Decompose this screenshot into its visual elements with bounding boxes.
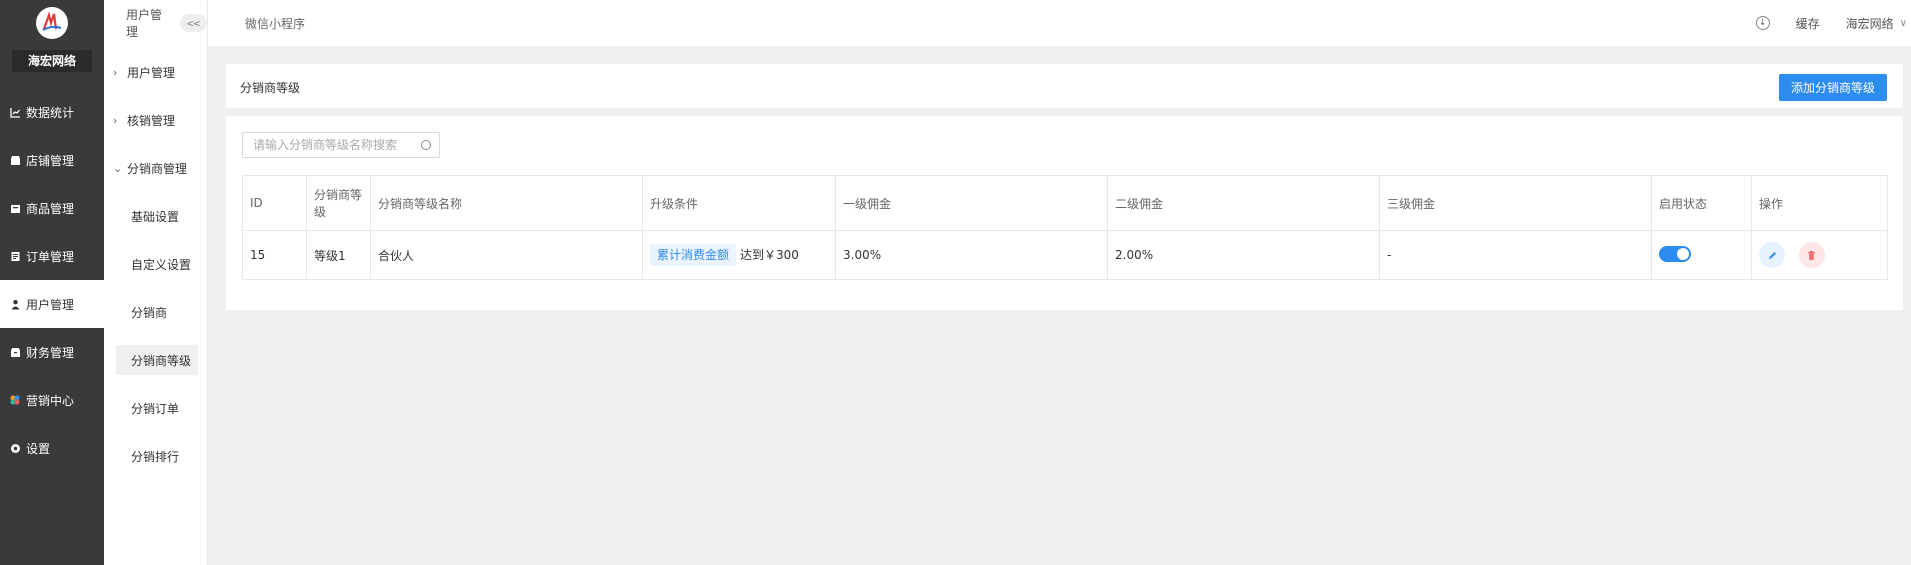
search-input[interactable] (253, 138, 422, 152)
col-header-upgrade-condition: 升级条件 (642, 175, 836, 231)
cell-commission-3: - (1379, 230, 1652, 280)
main-sidebar: 海宏网络 数据统计 店铺管理 商品管理 订单管理 用户管理 财务管理 营销中心 … (0, 0, 104, 565)
sub-item-label: 用户管理 (127, 65, 176, 80)
collapse-button[interactable]: << (180, 14, 207, 32)
table-header-row: ID 分销商等级 分销商等级名称 升级条件 一级佣金 二级佣金 三级佣金 启用状… (242, 175, 1888, 231)
nav-item-goods[interactable]: 商品管理 (0, 184, 104, 232)
edit-button[interactable] (1759, 242, 1785, 268)
nav-label: 数据统计 (26, 105, 75, 120)
sub-item-label: 分销商管理 (127, 161, 188, 176)
nav-label: 用户管理 (26, 297, 75, 312)
nav-item-settings[interactable]: 设置 (0, 424, 104, 472)
table-row: 15 等级1 合伙人 累计消费金额 达到￥300 3.00% 2.00% - (242, 230, 1888, 280)
sub-item-distribution-orders[interactable]: 分销订单 (104, 384, 207, 432)
user-menu[interactable]: 海宏网络 (1846, 15, 1894, 32)
condition-text: 达到￥300 (740, 248, 799, 262)
sub-item-label: 分销排行 (131, 449, 180, 464)
app-title[interactable]: 微信小程序 (245, 15, 305, 32)
cell-actions (1751, 230, 1888, 280)
sub-menu: › 用户管理 › 核销管理 ⌄ 分销商管理 基础设置 自定义设置 分销商 分销商… (104, 48, 207, 480)
sub-item-basic-settings[interactable]: 基础设置 (104, 192, 207, 240)
cell-level: 等级1 (306, 230, 371, 280)
cache-button[interactable]: 缓存 (1796, 15, 1820, 32)
nav-label: 店铺管理 (26, 153, 75, 168)
cell-status (1651, 230, 1752, 280)
order-icon (9, 250, 21, 262)
main-panel: ID 分销商等级 分销商等级名称 升级条件 一级佣金 二级佣金 三级佣金 启用状… (226, 116, 1903, 310)
nav-label: 营销中心 (26, 393, 75, 408)
goods-icon (9, 202, 21, 214)
nav-label: 财务管理 (26, 345, 75, 360)
search-icon[interactable] (421, 140, 431, 150)
sub-item-label: 基础设置 (131, 209, 180, 224)
brand-name: 海宏网络 (12, 50, 92, 72)
nav-item-statistics[interactable]: 数据统计 (0, 88, 104, 136)
sub-item-distributor-management[interactable]: ⌄ 分销商管理 (104, 144, 207, 192)
nav-label: 设置 (26, 441, 51, 456)
nav-item-users[interactable]: 用户管理 (0, 280, 104, 328)
chevron-right-icon: › (113, 65, 118, 79)
condition-tag: 累计消费金额 (650, 244, 737, 266)
col-header-commission-3: 三级佣金 (1379, 175, 1652, 231)
sub-item-label: 自定义设置 (131, 257, 192, 272)
col-header-id: ID (242, 175, 307, 231)
sub-item-distributor-levels[interactable]: 分销商等级 (104, 336, 207, 384)
chevron-down-icon[interactable]: ∨ (1900, 18, 1907, 29)
trash-icon (1808, 250, 1816, 260)
store-icon (9, 154, 21, 166)
download-icon[interactable]: ↓ (1755, 16, 1770, 30)
cell-commission-2: 2.00% (1107, 230, 1380, 280)
pencil-icon (1768, 251, 1776, 259)
sub-item-label: 分销商 (131, 305, 168, 320)
nav-label: 订单管理 (26, 249, 75, 264)
search-box (242, 132, 440, 158)
add-distributor-level-button[interactable]: 添加分销商等级 (1779, 74, 1887, 101)
main-nav: 数据统计 店铺管理 商品管理 订单管理 用户管理 财务管理 营销中心 设置 (0, 88, 104, 472)
user-icon (9, 298, 21, 310)
page-header: 分销商等级 添加分销商等级 (226, 64, 1903, 108)
nav-item-finance[interactable]: 财务管理 (0, 328, 104, 376)
sub-item-distributors[interactable]: 分销商 (104, 288, 207, 336)
chevron-down-icon: ⌄ (113, 161, 123, 175)
col-header-commission-1: 一级佣金 (835, 175, 1108, 231)
sub-item-distribution-ranking[interactable]: 分销排行 (104, 432, 207, 480)
cell-id: 15 (242, 230, 307, 280)
col-header-level-name: 分销商等级名称 (370, 175, 643, 231)
chevron-right-icon: › (113, 113, 118, 127)
cell-commission-1: 3.00% (835, 230, 1108, 280)
sub-sidebar-header: 用户管理 << (104, 0, 207, 46)
sub-sidebar: 用户管理 << › 用户管理 › 核销管理 ⌄ 分销商管理 基础设置 自定义设置… (104, 0, 208, 565)
sub-item-custom-settings[interactable]: 自定义设置 (104, 240, 207, 288)
col-header-actions: 操作 (1751, 175, 1888, 231)
nav-item-marketing[interactable]: 营销中心 (0, 376, 104, 424)
marketing-icon (9, 394, 21, 406)
nav-label: 商品管理 (26, 201, 75, 216)
finance-icon (9, 346, 21, 358)
sub-item-label: 分销订单 (131, 401, 180, 416)
sub-item-verification[interactable]: › 核销管理 (104, 96, 207, 144)
col-header-commission-2: 二级佣金 (1107, 175, 1380, 231)
cell-upgrade-condition: 累计消费金额 达到￥300 (642, 230, 836, 280)
col-header-level: 分销商等级 (306, 175, 371, 231)
top-header: 微信小程序 ↓ 缓存 海宏网络 ∨ (208, 0, 1911, 46)
nav-item-orders[interactable]: 订单管理 (0, 232, 104, 280)
col-header-status: 启用状态 (1651, 175, 1752, 231)
chart-icon (9, 106, 21, 118)
distributor-level-table: ID 分销商等级 分销商等级名称 升级条件 一级佣金 二级佣金 三级佣金 启用状… (242, 175, 1888, 280)
cell-level-name: 合伙人 (370, 230, 643, 280)
page-title: 分销商等级 (240, 81, 301, 95)
delete-button[interactable] (1798, 242, 1825, 268)
brand-logo[interactable] (36, 7, 68, 39)
nav-item-store[interactable]: 店铺管理 (0, 136, 104, 184)
enabled-toggle[interactable] (1659, 245, 1691, 262)
header-actions: ↓ 缓存 海宏网络 ∨ (1755, 0, 1911, 46)
settings-icon (9, 442, 21, 454)
sub-sidebar-title: 用户管理 (126, 8, 163, 39)
sub-item-label: 分销商等级 (131, 353, 192, 368)
sub-item-label: 核销管理 (127, 113, 176, 128)
sub-item-user-management[interactable]: › 用户管理 (104, 48, 207, 96)
